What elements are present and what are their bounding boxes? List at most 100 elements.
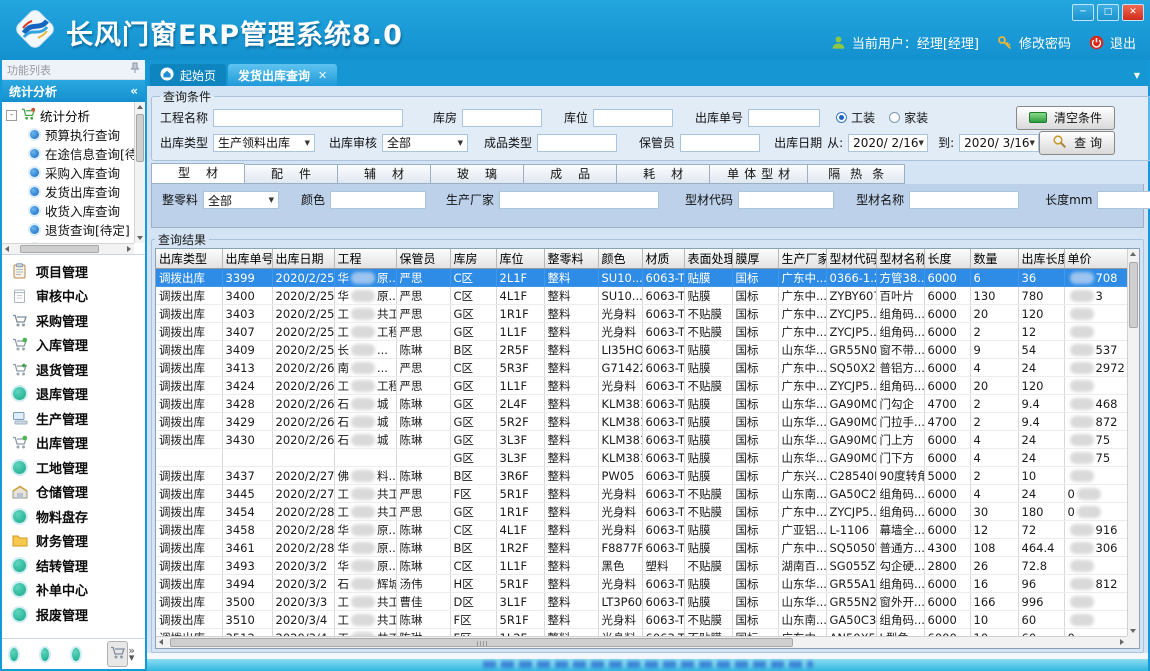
tree-horizontal-scrollbar[interactable] <box>2 243 134 254</box>
tab-home[interactable]: 起始页 <box>150 64 226 86</box>
table-row[interactable]: 调拨出库34932020/3/2华原...陈琳C区1L1F整料黑色塑料不贴膜国标… <box>156 557 1127 575</box>
product-type-input[interactable] <box>537 134 617 152</box>
table-vertical-scrollbar[interactable] <box>1127 249 1139 636</box>
column-header-出库长度[interactable]: 出库长度 <box>1018 249 1064 269</box>
tree-expander-icon[interactable]: - <box>6 110 17 121</box>
sidebar-item-生产管理[interactable]: 生产管理 <box>2 406 145 431</box>
column-header-颜色[interactable]: 颜色 <box>598 249 642 269</box>
search-button[interactable]: 查 询 <box>1039 131 1115 155</box>
table-row[interactable]: 调拨出库34242020/2/26工工程严思G区1L1F整料光身料6063-T5… <box>156 377 1127 395</box>
outbound-type-select[interactable]: 生产领料出库 ▼ <box>213 134 315 152</box>
sidebar-item-补单中心[interactable]: 补单中心 <box>2 578 145 603</box>
sidebar-item-退库管理[interactable]: 退库管理 <box>2 382 145 407</box>
material-tab-型材[interactable]: 型材 <box>151 163 244 184</box>
table-row[interactable]: G区3L3F整料KLM38176063-T5贴膜国标山东华...GA90M09.… <box>156 449 1127 467</box>
project-name-input[interactable] <box>213 109 403 127</box>
order-no-input[interactable] <box>748 109 820 127</box>
profile-code-input[interactable] <box>738 191 834 209</box>
warehouse-input[interactable] <box>462 109 542 127</box>
date-from-picker[interactable]: 2020/ 2/16 ▼ <box>848 134 928 152</box>
sidebar-item-退货管理[interactable]: 退货管理 <box>2 357 145 382</box>
sidebar-item-出库管理[interactable]: 出库管理 <box>2 431 145 456</box>
table-row[interactable]: 调拨出库34302020/2/26石城陈琳G区3L3F整料KLM38176063… <box>156 431 1127 449</box>
factory-input[interactable] <box>499 191 659 209</box>
material-tab-玻璃[interactable]: 玻璃 <box>430 164 523 184</box>
table-row[interactable]: 调拨出库34612020/2/28华原...陈琳B区1R2F整料F8877FT6… <box>156 539 1127 557</box>
whole-part-select[interactable]: 全部 ▼ <box>203 191 279 209</box>
sidebar-item-项目管理[interactable]: 项目管理 <box>2 259 145 284</box>
tree-root[interactable]: - 统计分析 <box>6 105 134 125</box>
table-row[interactable]: 调拨出库34292020/2/26石城陈琳G区5R2F整料KLM38176063… <box>156 413 1127 431</box>
close-button[interactable]: ✕ <box>1122 4 1144 21</box>
audit-select[interactable]: 全部 ▼ <box>382 134 468 152</box>
table-row[interactable]: 调拨出库34582020/2/28华原...陈琳C区4L1F整料光身料6063-… <box>156 521 1127 539</box>
table-row[interactable]: 调拨出库34372020/2/27佛料...陈琳B区3R6F整料PW056063… <box>156 467 1127 485</box>
keeper-input[interactable] <box>680 134 760 152</box>
column-header-保管员[interactable]: 保管员 <box>396 249 450 269</box>
location-input[interactable] <box>593 109 673 127</box>
column-header-生产厂家[interactable]: 生产厂家 <box>778 249 826 269</box>
tab-shipment-query[interactable]: 发货出库查询 ✕ <box>228 64 337 86</box>
column-header-出库单号[interactable]: 出库单号 <box>222 249 272 269</box>
dot-icon[interactable] <box>10 648 18 661</box>
sidebar-item-财务管理[interactable]: 财务管理 <box>2 529 145 554</box>
material-tab-耗材[interactable]: 耗材 <box>616 164 709 184</box>
table-row[interactable]: 调拨出库33992020/2/25华原...严思C区2L1F整料SU10...6… <box>156 269 1127 287</box>
table-horizontal-scrollbar[interactable] <box>156 636 1127 648</box>
sidebar-item-采购管理[interactable]: 采购管理 <box>2 308 145 333</box>
overflow-chevron-icon[interactable]: »▾ <box>128 647 137 661</box>
pin-icon[interactable] <box>130 62 140 77</box>
sidebar-item-报废管理[interactable]: 报废管理 <box>2 602 145 627</box>
material-tab-单体型材[interactable]: 单体型材 <box>709 164 807 184</box>
clear-conditions-button[interactable]: 清空条件 <box>1016 106 1115 130</box>
tab-list-caret-icon[interactable]: ▼ <box>1134 71 1140 80</box>
dot-icon[interactable] <box>72 648 80 661</box>
sidebar-item-物料盘存[interactable]: 物料盘存 <box>2 504 145 529</box>
table-row[interactable]: 调拨出库35102020/3/4工共工程陈琳F区5R1F整料光身料6063-T5… <box>156 611 1127 629</box>
date-to-picker[interactable]: 2020/ 3/16 ▼ <box>959 134 1039 152</box>
tree-item[interactable]: 发货出库查询 <box>6 182 134 201</box>
column-header-膜厚[interactable]: 膜厚 <box>732 249 778 269</box>
column-header-出库日期[interactable]: 出库日期 <box>272 249 334 269</box>
sidebar-item-工地管理[interactable]: 工地管理 <box>2 455 145 480</box>
column-header-数量[interactable]: 数量 <box>970 249 1018 269</box>
table-row[interactable]: 调拨出库34452020/2/27工共工程严思F区5R1F整料光身料6063-T… <box>156 485 1127 503</box>
minimize-button[interactable]: ─ <box>1072 4 1094 21</box>
material-tab-成品[interactable]: 成品 <box>523 164 616 184</box>
table-row[interactable]: 调拨出库34542020/2/28工共工程严思G区1R1F整料光身料6063-T… <box>156 503 1127 521</box>
column-header-工程[interactable]: 工程 <box>334 249 396 269</box>
dot-icon[interactable] <box>41 648 49 661</box>
profile-name-input[interactable] <box>909 191 1019 209</box>
column-header-型材名称[interactable]: 型材名称 <box>876 249 924 269</box>
logout-link[interactable]: 退出 <box>1110 33 1136 52</box>
material-tab-隔热条[interactable]: 隔热条 <box>807 164 905 184</box>
column-header-长度[interactable]: 长度 <box>924 249 970 269</box>
tree-item[interactable]: 收货入库查询 <box>6 201 134 220</box>
column-header-型材代码[interactable]: 型材代码 <box>826 249 876 269</box>
column-header-出库类型[interactable]: 出库类型 <box>156 249 222 269</box>
material-tab-辅材[interactable]: 辅材 <box>337 164 430 184</box>
sidebar-item-仓储管理[interactable]: 仓储管理 <box>2 480 145 505</box>
column-header-库房[interactable]: 库房 <box>450 249 496 269</box>
column-header-整零料[interactable]: 整零料 <box>544 249 598 269</box>
homewear-radio[interactable]: 家装 <box>889 109 942 126</box>
table-row[interactable]: 调拨出库34132020/2/26南...严思C区5R3F整料G71422606… <box>156 359 1127 377</box>
table-row[interactable]: 调拨出库34032020/2/25工共工程严思G区1R1F整料光身料6063-T… <box>156 305 1127 323</box>
stat-section-header[interactable]: 统计分析 « <box>2 80 145 102</box>
tree-vertical-scrollbar[interactable] <box>134 102 145 243</box>
table-row[interactable]: 调拨出库35002020/3/3工共工程曹佳D区3L1F整料LT3P606063… <box>156 593 1127 611</box>
tree-item[interactable]: 退货查询[待定] <box>6 220 134 239</box>
tree-item[interactable]: 预算执行查询 <box>6 125 134 144</box>
cart-shortcut-button[interactable] <box>107 641 128 667</box>
sidebar-item-结转管理[interactable]: 结转管理 <box>2 553 145 578</box>
tree-item[interactable]: 采购入库查询 <box>6 163 134 182</box>
maximize-button[interactable]: □ <box>1097 4 1119 21</box>
table-row[interactable]: 调拨出库34282020/2/26石城陈琳G区2L4F整料KLM38176063… <box>156 395 1127 413</box>
table-row[interactable]: 调拨出库35122020/3/4工共工程陈琳F区1L2F整料光身料6063-T5… <box>156 629 1127 637</box>
sidebar-item-审核中心[interactable]: 审核中心 <box>2 284 145 309</box>
column-header-库位[interactable]: 库位 <box>496 249 544 269</box>
table-row[interactable]: 调拨出库34092020/2/25长...陈琳B区2R5F整料LI35HO606… <box>156 341 1127 359</box>
color-input[interactable] <box>330 191 426 209</box>
tree-item[interactable]: 在途信息查询[待 <box>6 144 134 163</box>
table-row[interactable]: 调拨出库34942020/3/2石辉城汤伟H区5R1F整料光身料6063-T5贴… <box>156 575 1127 593</box>
